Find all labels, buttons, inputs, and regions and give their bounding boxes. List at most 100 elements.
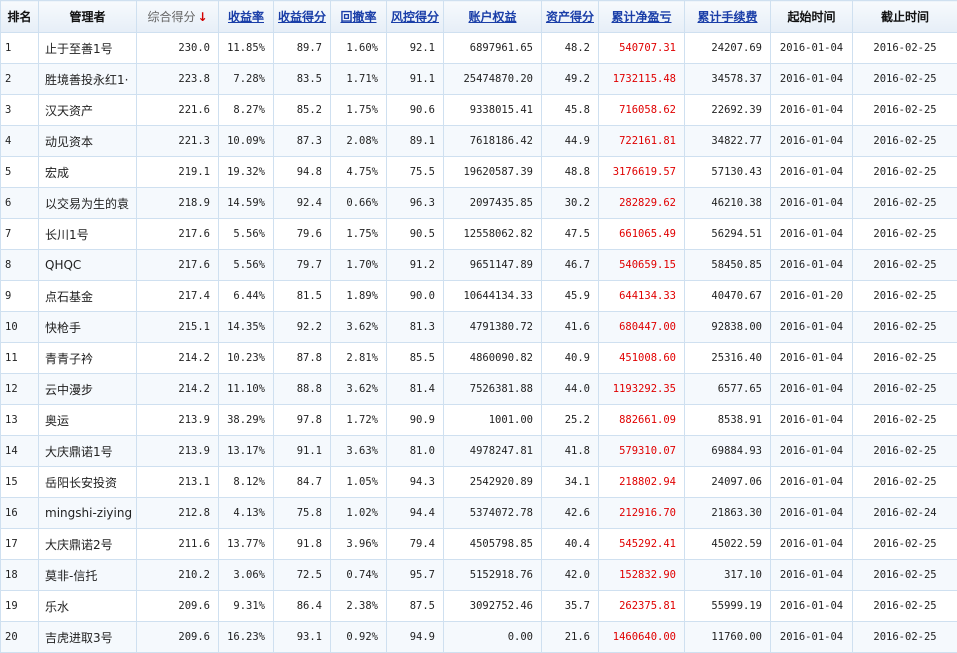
header-drawdown-label[interactable]: 回撤率 [340,10,376,24]
cell-drawdown: 0.66% [331,188,387,219]
cell-end-date: 2016-02-25 [853,312,957,343]
header-asset-score-label[interactable]: 资产得分 [546,10,594,24]
cell-total-score: 217.6 [137,250,219,281]
header-total-score[interactable]: 综合得分↓ [137,1,219,33]
cell-rank: 3 [1,95,39,126]
cell-fees: 46210.38 [685,188,771,219]
header-fees-label[interactable]: 累计手续费 [697,10,757,24]
cell-start-date: 2016-01-04 [771,250,853,281]
cell-fees: 317.10 [685,560,771,591]
cell-return-score: 84.7 [274,467,331,498]
cell-equity: 25474870.20 [444,64,542,95]
header-net-pnl[interactable]: 累计净盈亏 [599,1,685,33]
cell-return-rate: 10.09% [219,126,274,157]
cell-fees: 11760.00 [685,622,771,653]
cell-rank: 4 [1,126,39,157]
cell-start-date: 2016-01-04 [771,374,853,405]
cell-net-pnl: 3176619.57 [599,157,685,188]
header-risk-score[interactable]: 风控得分 [387,1,444,33]
header-net-pnl-label[interactable]: 累计净盈亏 [611,10,671,24]
header-return-score[interactable]: 收益得分 [274,1,331,33]
cell-manager: 岳阳长安投资 [39,467,137,498]
cell-start-date: 2016-01-04 [771,467,853,498]
cell-risk-score: 75.5 [387,157,444,188]
cell-net-pnl: 545292.41 [599,529,685,560]
cell-end-date: 2016-02-25 [853,343,957,374]
table-row: 10快枪手215.114.35%92.23.62%81.34791380.724… [1,312,957,343]
header-drawdown[interactable]: 回撤率 [331,1,387,33]
header-return-rate[interactable]: 收益率 [219,1,274,33]
cell-risk-score: 91.2 [387,250,444,281]
cell-fees: 8538.91 [685,405,771,436]
cell-equity: 2542920.89 [444,467,542,498]
cell-risk-score: 94.3 [387,467,444,498]
cell-total-score: 209.6 [137,622,219,653]
table-row: 6以交易为生的袁218.914.59%92.40.66%96.32097435.… [1,188,957,219]
cell-asset-score: 25.2 [542,405,599,436]
cell-asset-score: 21.6 [542,622,599,653]
table-row: 17大庆鼎诺2号211.613.77%91.83.96%79.44505798.… [1,529,957,560]
cell-risk-score: 85.5 [387,343,444,374]
header-return-rate-label[interactable]: 收益率 [228,10,264,24]
cell-return-rate: 11.85% [219,33,274,64]
cell-return-score: 93.1 [274,622,331,653]
cell-risk-score: 91.1 [387,64,444,95]
cell-total-score: 209.6 [137,591,219,622]
cell-start-date: 2016-01-04 [771,343,853,374]
cell-risk-score: 96.3 [387,188,444,219]
cell-manager: 吉虎进取3号 [39,622,137,653]
cell-equity: 2097435.85 [444,188,542,219]
cell-return-score: 97.8 [274,405,331,436]
cell-asset-score: 34.1 [542,467,599,498]
cell-manager: 青青子衿 [39,343,137,374]
cell-return-score: 83.5 [274,64,331,95]
cell-asset-score: 41.6 [542,312,599,343]
cell-return-rate: 7.28% [219,64,274,95]
cell-drawdown: 3.62% [331,312,387,343]
cell-rank: 13 [1,405,39,436]
cell-start-date: 2016-01-04 [771,529,853,560]
cell-equity: 4860090.82 [444,343,542,374]
cell-start-date: 2016-01-04 [771,405,853,436]
cell-total-score: 219.1 [137,157,219,188]
header-asset-score[interactable]: 资产得分 [542,1,599,33]
cell-total-score: 213.9 [137,436,219,467]
header-equity[interactable]: 账户权益 [444,1,542,33]
header-total-score-label[interactable]: 综合得分 [147,10,195,24]
cell-drawdown: 3.96% [331,529,387,560]
table-row: 19乐水209.69.31%86.42.38%87.53092752.4635.… [1,591,957,622]
cell-risk-score: 89.1 [387,126,444,157]
table-row: 4动见资本221.310.09%87.32.08%89.17618186.424… [1,126,957,157]
cell-net-pnl: 1193292.35 [599,374,685,405]
cell-net-pnl: 1460640.00 [599,622,685,653]
cell-risk-score: 79.4 [387,529,444,560]
cell-risk-score: 94.9 [387,622,444,653]
cell-equity: 1001.00 [444,405,542,436]
cell-net-pnl: 451008.60 [599,343,685,374]
table-row: 20吉虎进取3号209.616.23%93.10.92%94.90.0021.6… [1,622,957,653]
table-row: 3汉天资产221.68.27%85.21.75%90.69338015.4145… [1,95,957,126]
header-return-score-label[interactable]: 收益得分 [278,10,326,24]
cell-asset-score: 30.2 [542,188,599,219]
cell-drawdown: 1.05% [331,467,387,498]
cell-end-date: 2016-02-25 [853,33,957,64]
cell-fees: 58450.85 [685,250,771,281]
cell-end-date: 2016-02-25 [853,126,957,157]
cell-asset-score: 48.8 [542,157,599,188]
cell-return-rate: 13.17% [219,436,274,467]
cell-drawdown: 1.71% [331,64,387,95]
cell-equity: 4505798.85 [444,529,542,560]
cell-risk-score: 90.9 [387,405,444,436]
cell-return-score: 79.6 [274,219,331,250]
cell-manager: 胜境善投永红1· [39,64,137,95]
cell-total-score: 221.3 [137,126,219,157]
cell-net-pnl: 722161.81 [599,126,685,157]
header-fees[interactable]: 累计手续费 [685,1,771,33]
cell-fees: 57130.43 [685,157,771,188]
cell-equity: 9338015.41 [444,95,542,126]
cell-fees: 45022.59 [685,529,771,560]
header-equity-label[interactable]: 账户权益 [468,10,516,24]
header-risk-score-label[interactable]: 风控得分 [391,10,439,24]
cell-fees: 55999.19 [685,591,771,622]
cell-equity: 4978247.81 [444,436,542,467]
